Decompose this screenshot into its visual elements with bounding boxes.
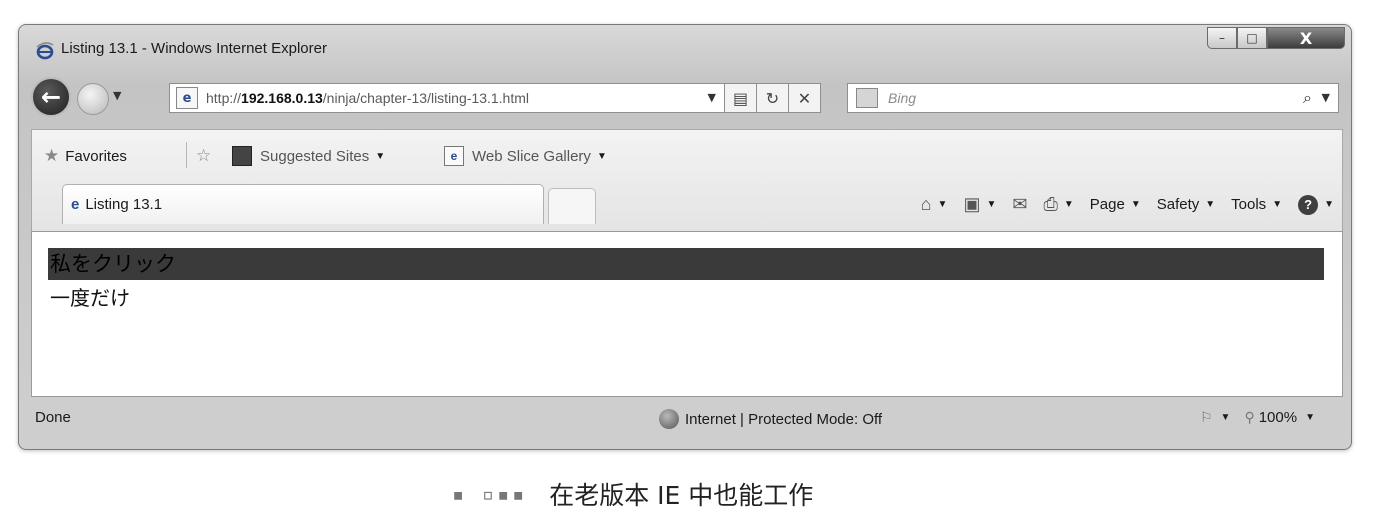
suggested-sites-dropdown-icon[interactable]: ▼ bbox=[375, 151, 385, 162]
web-slice-dropdown-icon[interactable]: ▼ bbox=[597, 151, 607, 162]
help-icon: ? bbox=[1298, 194, 1319, 215]
mail-icon: ✉ bbox=[1012, 194, 1028, 214]
search-placeholder[interactable]: Bing bbox=[888, 90, 916, 106]
figure-number: ▪ ▫▪▪ bbox=[452, 482, 528, 506]
address-url[interactable]: http://192.168.0.13/ninja/chapter-13/lis… bbox=[206, 90, 529, 106]
address-tools: ▤ ↻ ✕ bbox=[725, 83, 821, 113]
suggested-sites-link[interactable]: Suggested Sites ▼ bbox=[232, 146, 385, 166]
zoom-dropdown-icon[interactable]: ▼ bbox=[1305, 412, 1315, 423]
status-right-tools: ⚐ ▼ ⚲ 100% ▼ bbox=[1200, 409, 1329, 426]
command-area: ★ Favorites ☆ Suggested Sites ▼ e Web Sl… bbox=[31, 129, 1343, 231]
zoom-icon[interactable]: ⚲ bbox=[1244, 409, 1254, 426]
tab-listing-13-1[interactable]: e Listing 13.1 bbox=[62, 184, 544, 224]
refresh-icon[interactable]: ↻ bbox=[757, 83, 789, 113]
search-provider-icon bbox=[856, 88, 878, 108]
tools-dropdown-icon: ▼ bbox=[1272, 199, 1283, 210]
favorites-label: Favorites bbox=[65, 147, 127, 165]
home-button[interactable]: ⌂ ▼ bbox=[921, 194, 948, 215]
command-bar: ⌂ ▼ ▣ ▼ ✉ ⎙ ▼ Page ▼ Safety ▼ Tools ▼ ? ▼ bbox=[905, 194, 1334, 215]
search-icon[interactable]: ⌕ bbox=[1303, 88, 1312, 108]
maximize-button[interactable]: □ bbox=[1237, 27, 1267, 49]
click-me-element[interactable]: 私をクリック bbox=[48, 248, 1324, 280]
home-icon: ⌂ bbox=[920, 194, 932, 214]
recent-pages-dropdown-icon[interactable]: ▼ bbox=[113, 89, 121, 102]
safety-dropdown-icon: ▼ bbox=[1205, 199, 1216, 210]
printer-icon: ⎙ bbox=[1043, 194, 1058, 214]
help-dropdown-icon: ▼ bbox=[1324, 199, 1334, 210]
new-tab-button[interactable] bbox=[548, 188, 596, 224]
zoom-level[interactable]: 100% bbox=[1259, 409, 1297, 426]
print-dropdown-icon[interactable]: ▼ bbox=[1064, 199, 1074, 210]
feeds-dropdown-icon[interactable]: ▼ bbox=[986, 199, 996, 210]
status-bar: Done Internet | Protected Mode: Off ⚐ ▼ … bbox=[19, 399, 1351, 437]
read-mail-button[interactable]: ✉ bbox=[1012, 194, 1027, 215]
forward-button[interactable] bbox=[77, 83, 109, 115]
favorites-button[interactable]: ★ Favorites bbox=[44, 146, 127, 166]
address-dropdown-icon[interactable]: ▼ bbox=[708, 91, 716, 104]
title-bar: Listing 13.1 - Windows Internet Explorer… bbox=[19, 25, 1351, 69]
page-favicon-icon: e bbox=[176, 87, 198, 109]
window-title: Listing 13.1 - Windows Internet Explorer bbox=[61, 40, 327, 57]
page-menu-label: Page bbox=[1089, 196, 1125, 213]
star-icon: ★ bbox=[44, 146, 60, 165]
minimize-button[interactable]: – bbox=[1207, 27, 1237, 49]
home-dropdown-icon[interactable]: ▼ bbox=[938, 199, 948, 210]
zone-text: Internet | Protected Mode: Off bbox=[685, 410, 883, 428]
safety-menu-label: Safety bbox=[1156, 196, 1200, 213]
help-menu[interactable]: ? ▼ bbox=[1298, 194, 1334, 215]
tools-menu-label: Tools bbox=[1231, 196, 1267, 213]
print-button[interactable]: ⎙ ▼ bbox=[1043, 194, 1073, 215]
favorites-separator bbox=[186, 142, 187, 168]
compatibility-view-icon[interactable]: ▤ bbox=[725, 83, 757, 113]
back-button[interactable]: ← bbox=[31, 77, 71, 117]
web-slice-label: Web Slice Gallery bbox=[472, 147, 591, 165]
caption-buttons: – □ X bbox=[1207, 27, 1345, 49]
figure-caption: ▪ ▫▪▪ 在老版本 IE 中也能工作 bbox=[452, 476, 813, 512]
status-text: Done bbox=[35, 409, 71, 426]
feeds-button[interactable]: ▣ ▼ bbox=[963, 194, 996, 215]
browser-window: Listing 13.1 - Windows Internet Explorer… bbox=[18, 24, 1352, 450]
page-content: 私をクリック 一度だけ bbox=[31, 231, 1343, 397]
globe-icon bbox=[659, 409, 679, 429]
safety-menu[interactable]: Safety ▼ bbox=[1157, 196, 1215, 213]
favorites-bar: ★ Favorites ☆ Suggested Sites ▼ e Web Sl… bbox=[32, 130, 1342, 180]
tab-ie-icon: e bbox=[71, 196, 80, 213]
web-slice-icon: e bbox=[444, 146, 464, 166]
once-only-text: 一度だけ bbox=[50, 286, 130, 310]
suggested-sites-icon bbox=[232, 146, 252, 166]
status-dropdown-icon[interactable]: ▼ bbox=[1221, 412, 1231, 423]
tab-label: Listing 13.1 bbox=[85, 196, 163, 213]
close-window-button[interactable]: X bbox=[1267, 27, 1345, 49]
address-bar[interactable]: e http://192.168.0.13/ninja/chapter-13/l… bbox=[169, 83, 725, 113]
add-to-favorites-button[interactable]: ☆ bbox=[196, 146, 217, 166]
tools-menu[interactable]: Tools ▼ bbox=[1231, 196, 1282, 213]
rss-feed-icon: ▣ bbox=[963, 194, 981, 214]
search-box[interactable]: Bing ⌕ ▼ bbox=[847, 83, 1339, 113]
figure-caption-text: 在老版本 IE 中也能工作 bbox=[549, 481, 814, 510]
navigation-bar: ← ▼ e http://192.168.0.13/ninja/chapter-… bbox=[19, 73, 1351, 121]
add-favorite-star-icon: ☆ bbox=[196, 146, 212, 165]
web-slice-gallery-link[interactable]: e Web Slice Gallery ▼ bbox=[444, 146, 607, 166]
stop-icon[interactable]: ✕ bbox=[789, 83, 821, 113]
change-status-icon[interactable]: ⚐ bbox=[1200, 409, 1213, 426]
page-dropdown-icon: ▼ bbox=[1130, 199, 1141, 210]
suggested-sites-label: Suggested Sites bbox=[260, 147, 370, 165]
search-dropdown-icon[interactable]: ▼ bbox=[1322, 91, 1330, 104]
security-zone[interactable]: Internet | Protected Mode: Off bbox=[659, 409, 882, 429]
page-menu[interactable]: Page ▼ bbox=[1090, 196, 1141, 213]
ie-logo-icon bbox=[36, 42, 54, 60]
